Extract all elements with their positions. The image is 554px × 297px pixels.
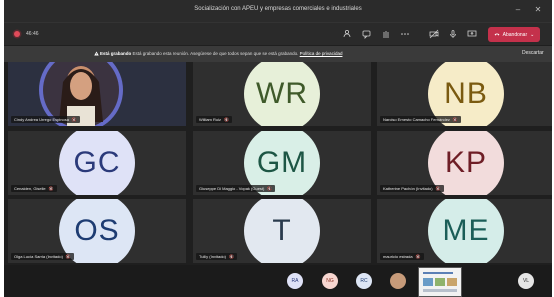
participant-name: Cenaiden, Giselle — [14, 186, 46, 191]
chevron-down-icon: ⌄ — [530, 31, 535, 38]
mini-avatar-photo[interactable] — [390, 273, 406, 289]
mini-avatar[interactable]: VL — [518, 273, 534, 289]
participant-name-label: Giuseppe Di Maggio - Vopak (Guest) 🔇 — [196, 185, 276, 192]
participant-name-label: Cenaiden, Giselle 🔇 — [11, 185, 57, 192]
banner-title: Está grabando — [100, 51, 132, 56]
participant-tile[interactable]: ME mauricio estrada 🔇 — [377, 199, 552, 263]
mini-avatar[interactable]: RC — [356, 273, 372, 289]
participant-avatar: GC — [59, 131, 135, 195]
participant-name: Olga Lucía Sarria (Invitado) — [14, 254, 63, 259]
participant-tile[interactable]: NB Narciso Ernesto Camacho Fernández 🔇 — [377, 62, 552, 126]
banner-text: Está grabando Está grabando esta reunión… — [100, 51, 342, 56]
participant-name: Katherine Pachón (Invitado) — [383, 186, 433, 191]
mini-avatar-initials: RC — [360, 278, 368, 284]
mic-muted-icon: 🔇 — [228, 254, 234, 259]
avatar-initials: KP — [444, 146, 488, 179]
participant-tile[interactable]: T Tulliy (Invitado) 🔇 — [193, 199, 371, 263]
title-bar: Socialización con APEU y empresas comerc… — [4, 0, 552, 22]
participant-name: mauricio estrada — [383, 254, 413, 259]
participant-name-label: Cindy Andrea Urrego Espinosa 🔇 — [11, 116, 80, 123]
avatar-initials: NB — [444, 77, 488, 110]
close-icon[interactable]: ✕ — [532, 4, 544, 16]
avatar-initials: GC — [73, 146, 121, 179]
mic-muted-icon: 🔇 — [48, 186, 54, 191]
banner-message: Está grabando esta reunión. Asegúrese de… — [132, 51, 299, 56]
mini-avatar[interactable]: RA — [287, 273, 303, 289]
leave-button-label: Abandonar — [502, 31, 528, 38]
mini-avatar-initials: VL — [522, 278, 530, 284]
share-screen-icon[interactable] — [466, 28, 478, 40]
teams-meeting-window: Socialización con APEU y empresas comerc… — [4, 0, 552, 297]
mic-muted-icon: 🔇 — [71, 117, 77, 122]
chat-icon[interactable] — [361, 28, 373, 40]
participant-name-label: Tulliy (Invitado) 🔇 — [196, 253, 237, 260]
meeting-toolbar: 46:46 Abandonar ⌄ — [4, 22, 552, 45]
mic-muted-icon: 🔇 — [452, 117, 458, 122]
participant-name-label: Narciso Ernesto Camacho Fernández 🔇 — [380, 116, 461, 123]
avatar-initials: GM — [256, 146, 308, 179]
overflow-participants-strip: RA NG RC VL — [4, 265, 552, 297]
avatar-initials: WR — [256, 77, 308, 110]
participant-tile[interactable]: GC Cenaiden, Giselle 🔇 — [8, 131, 186, 195]
mic-muted-icon: 🔇 — [435, 186, 441, 191]
phone-hangup-icon — [494, 31, 500, 39]
shared-content-thumbnail[interactable] — [418, 267, 462, 297]
mini-avatar-initials: RA — [291, 278, 299, 284]
participant-avatar: ME — [428, 199, 504, 263]
participant-name-label: Katherine Pachón (Invitado) 🔇 — [380, 185, 444, 192]
minimize-icon[interactable]: – — [512, 4, 524, 16]
participant-name: Tulliy (Invitado) — [199, 254, 226, 259]
window-title: Socialización con APEU y empresas comerc… — [194, 6, 362, 12]
mic-muted-icon: 🔇 — [267, 186, 273, 191]
participant-name-label: Olga Lucía Sarria (Invitado) 🔇 — [11, 253, 74, 260]
avatar-initials: ME — [442, 214, 490, 247]
microphone-icon[interactable] — [447, 28, 459, 40]
participant-tile[interactable]: WR William Ruiz 🔇 — [193, 62, 371, 126]
participant-tile[interactable]: GM Giuseppe Di Maggio - Vopak (Guest) 🔇 — [193, 131, 371, 195]
participant-name: Narciso Ernesto Camacho Fernández — [383, 117, 450, 122]
mic-muted-icon: 🔇 — [415, 254, 421, 259]
privacy-policy-link[interactable]: Política de privacidad — [300, 51, 343, 56]
camera-off-icon[interactable] — [428, 28, 440, 40]
mini-avatar[interactable]: NG — [322, 273, 338, 289]
participants-icon[interactable] — [342, 28, 354, 40]
mic-muted-icon: 🔇 — [224, 117, 229, 122]
more-options-icon[interactable] — [399, 28, 411, 40]
meeting-timer: 46:46 — [26, 31, 39, 37]
mini-avatar-initials: NG — [326, 278, 334, 284]
mic-muted-icon: 🔇 — [65, 254, 71, 259]
recording-banner: Está grabando Está grabando esta reunión… — [4, 46, 552, 62]
warning-icon — [94, 51, 99, 56]
dismiss-button[interactable]: Descartar — [522, 50, 544, 56]
leave-button[interactable]: Abandonar ⌄ — [488, 27, 540, 42]
participant-name: William Ruiz — [199, 117, 221, 122]
participant-tile[interactable]: Cindy Andrea Urrego Espinosa 🔇 — [8, 62, 186, 126]
participant-name-label: mauricio estrada 🔇 — [380, 253, 424, 260]
avatar-initials: T — [272, 214, 292, 247]
participant-name: Cindy Andrea Urrego Espinosa — [14, 117, 69, 122]
participant-name: Giuseppe Di Maggio - Vopak (Guest) — [199, 186, 265, 191]
participant-tile[interactable]: OS Olga Lucía Sarria (Invitado) 🔇 — [8, 199, 186, 263]
participant-name-label: William Ruiz 🔇 — [196, 116, 232, 123]
participant-tile[interactable]: KP Katherine Pachón (Invitado) 🔇 — [377, 131, 552, 195]
participant-avatar: T — [244, 199, 320, 263]
participant-avatar: WR — [244, 62, 320, 126]
recording-indicator-icon — [14, 31, 20, 37]
raise-hand-icon[interactable] — [380, 28, 392, 40]
avatar-initials: OS — [74, 214, 120, 247]
